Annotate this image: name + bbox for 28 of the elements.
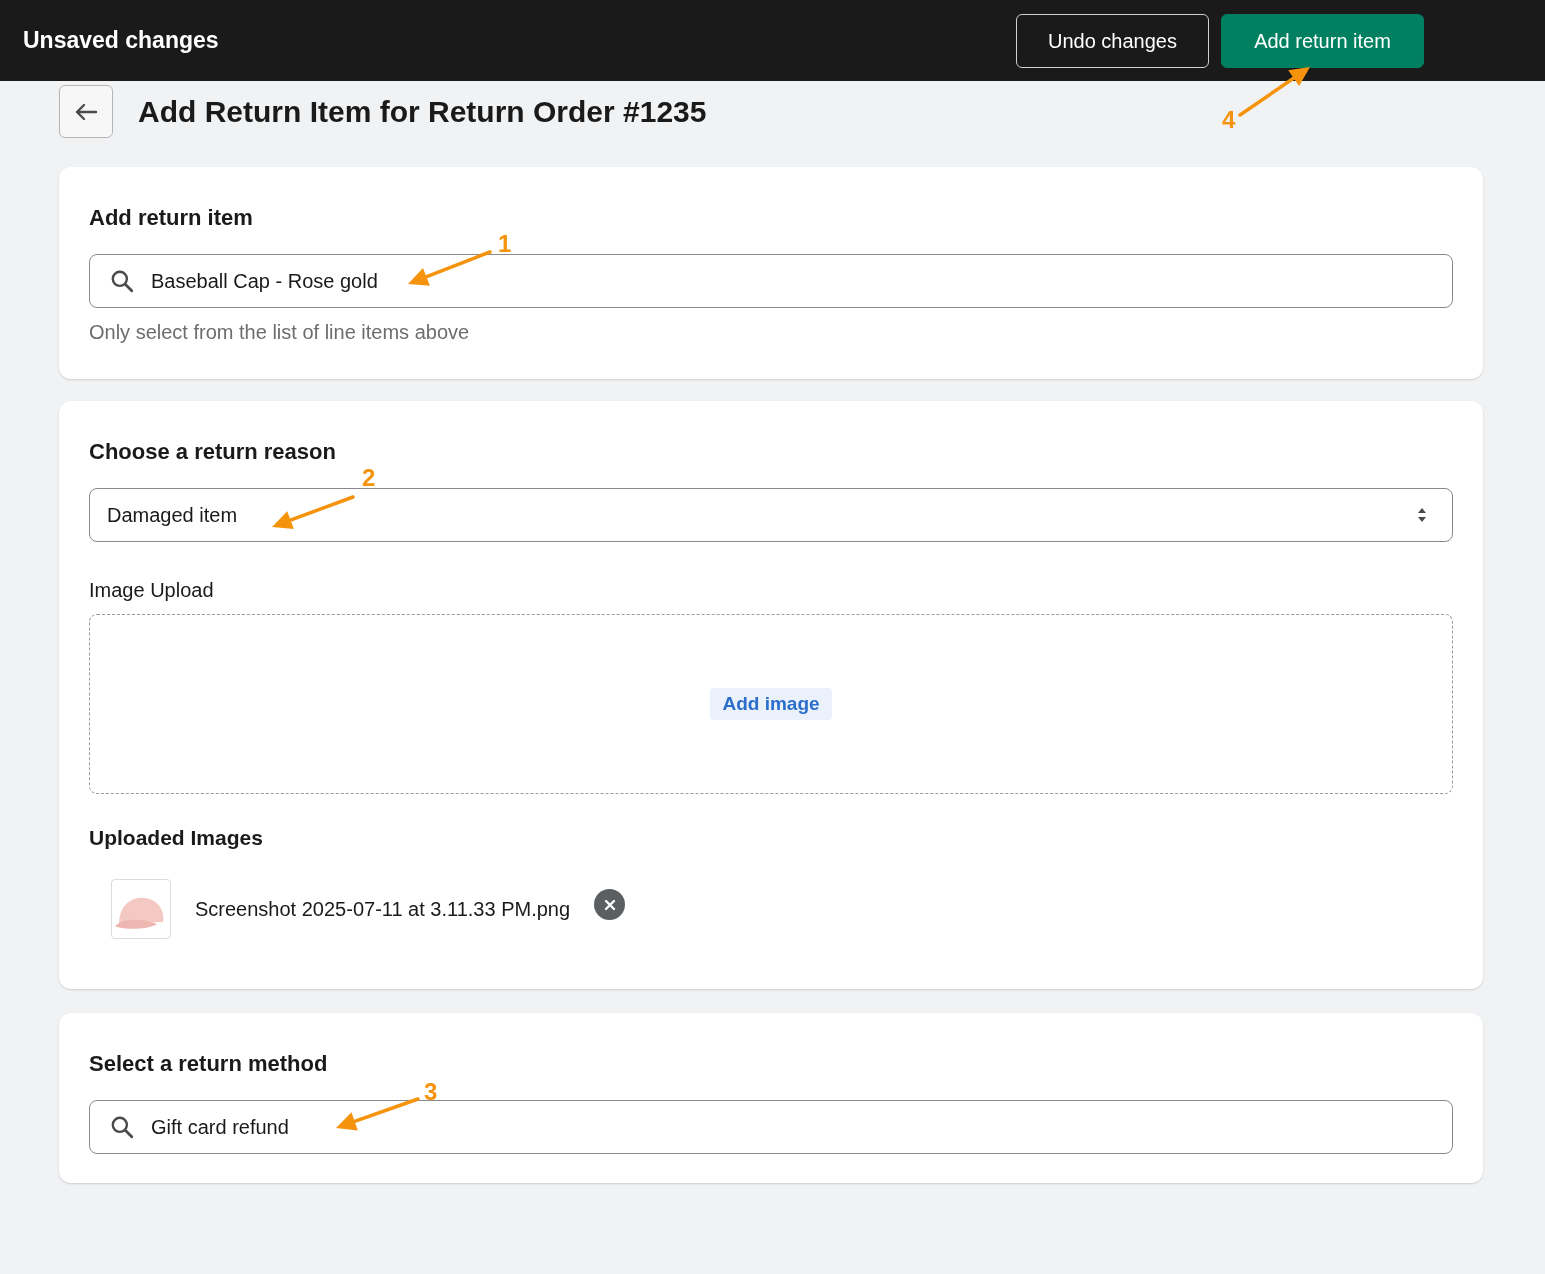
field-value: Baseball Cap - Rose gold: [151, 269, 378, 294]
file-name: Screenshot 2025-07-11 at 3.11.33 PM.png: [195, 896, 571, 922]
help-text: Only select from the list of line items above: [89, 320, 471, 345]
back-button[interactable]: [59, 85, 113, 138]
reason-select[interactable]: Damaged item: [89, 488, 1453, 542]
annotation-number: 1: [498, 232, 512, 256]
upload-dropzone[interactable]: Add image: [89, 614, 1453, 794]
select-caret-icon: [1417, 507, 1427, 523]
field-label: Image Upload: [89, 578, 215, 603]
search-icon: [109, 268, 135, 294]
section-label: Uploaded Images: [89, 825, 264, 851]
search-field[interactable]: Gift card refund: [89, 1099, 1453, 1154]
remove-icon[interactable]: [594, 889, 626, 920]
page-title: Add Return Item for Return Order #1235: [138, 94, 707, 130]
annotation-number: 2: [362, 466, 376, 490]
add-return-item-button[interactable]: Add return item: [1221, 13, 1424, 68]
annotation-number: 4: [1222, 108, 1236, 132]
card-title: Choose a return reason: [89, 438, 337, 466]
cap-thumbnail: [111, 878, 171, 939]
top-bar-title: Unsaved changes: [23, 26, 220, 56]
card-title: Select a return method: [89, 1049, 329, 1078]
back-arrow-icon: [74, 101, 98, 122]
card-title: Add return item: [89, 204, 254, 232]
field-value: Gift card refund: [151, 1114, 289, 1140]
add-image-button[interactable]: Add image: [710, 687, 832, 721]
undo-changes-button[interactable]: Undo changes: [1016, 13, 1209, 68]
search-field[interactable]: Baseball Cap - Rose gold: [89, 254, 1453, 308]
annotation-arrow: [1238, 67, 1310, 117]
